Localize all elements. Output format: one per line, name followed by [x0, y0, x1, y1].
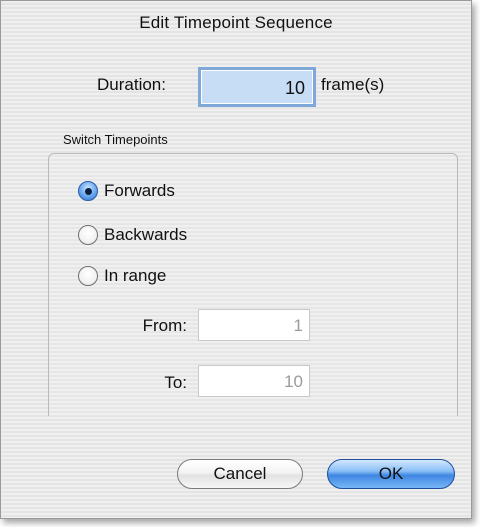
ok-button[interactable]: OK: [327, 459, 455, 489]
radio-in-range[interactable]: In range: [78, 264, 166, 288]
dialog-title: Edit Timepoint Sequence: [139, 13, 333, 32]
to-label: To:: [164, 373, 187, 392]
to-input[interactable]: 10: [198, 365, 310, 397]
edit-timepoint-dialog: Edit Timepoint Sequence Duration: 10 fra…: [0, 0, 472, 519]
radio-backwards-button[interactable]: [78, 225, 98, 245]
radio-forwards-label[interactable]: Forwards: [104, 181, 175, 201]
duration-unit-label: frame(s): [321, 75, 385, 94]
radio-forwards-button[interactable]: [78, 181, 98, 201]
from-input[interactable]: 1: [198, 309, 310, 341]
radio-in-range-button[interactable]: [78, 266, 98, 286]
from-label: From:: [142, 316, 187, 335]
title-bar: Edit Timepoint Sequence: [1, 1, 471, 45]
radio-forwards[interactable]: Forwards: [78, 179, 175, 203]
cancel-button[interactable]: Cancel: [177, 459, 303, 489]
duration-input[interactable]: 10: [198, 67, 316, 107]
radio-backwards[interactable]: Backwards: [78, 223, 187, 247]
switch-timepoints-label: Switch Timepoints: [63, 132, 168, 147]
duration-label: Duration:: [97, 75, 166, 94]
radio-backwards-label[interactable]: Backwards: [104, 225, 187, 245]
duration-row: Duration: 10 frame(s): [1, 67, 471, 107]
radio-in-range-label[interactable]: In range: [104, 266, 166, 286]
